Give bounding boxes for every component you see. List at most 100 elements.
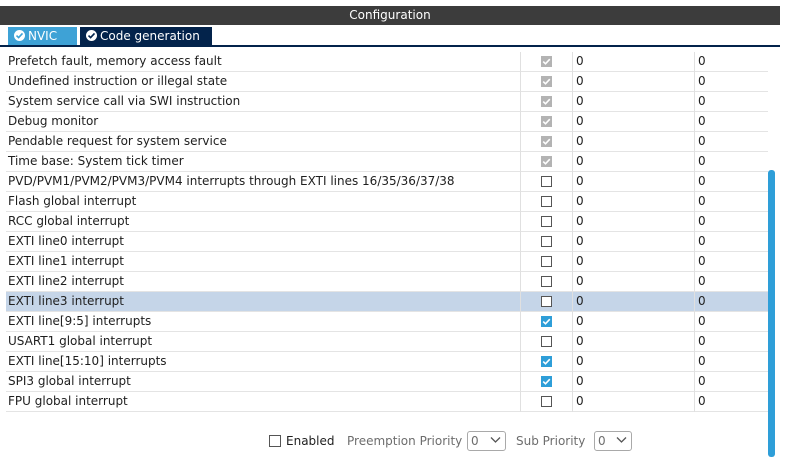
table-row[interactable]: EXTI line0 interrupt 0 0 bbox=[6, 232, 768, 252]
sub-priority-select[interactable]: 0 bbox=[594, 431, 632, 451]
preemption-priority-select[interactable]: 0 bbox=[467, 431, 506, 451]
sub-priority-cell[interactable]: 0 bbox=[694, 72, 768, 92]
sub-priority-cell[interactable]: 0 bbox=[694, 372, 768, 392]
sub-priority-cell[interactable]: 0 bbox=[694, 52, 768, 72]
enabled-checkbox[interactable] bbox=[541, 336, 552, 347]
table-row[interactable]: FPU global interrupt 0 0 bbox=[6, 392, 768, 412]
preemption-priority-cell[interactable]: 0 bbox=[572, 212, 694, 232]
tab-nvic[interactable]: NVIC bbox=[8, 27, 77, 45]
interrupt-name: USART1 global interrupt bbox=[8, 334, 153, 348]
preemption-priority-cell[interactable]: 0 bbox=[572, 172, 694, 192]
sub-priority-cell[interactable]: 0 bbox=[694, 112, 768, 132]
sub-priority-cell[interactable]: 0 bbox=[694, 292, 768, 312]
enabled-checkbox[interactable] bbox=[541, 256, 552, 267]
sub-priority-cell[interactable]: 0 bbox=[694, 312, 768, 332]
enabled-checkbox[interactable] bbox=[541, 176, 552, 187]
table-row[interactable]: EXTI line[9:5] interrupts 0 0 bbox=[6, 312, 768, 332]
table-row[interactable]: Debug monitor 0 0 bbox=[6, 112, 768, 132]
preemption-priority-cell[interactable]: 0 bbox=[572, 312, 694, 332]
enabled-cell bbox=[520, 172, 573, 192]
sub-priority-cell[interactable]: 0 bbox=[694, 172, 768, 192]
table-row[interactable]: System service call via SWI instruction 0… bbox=[6, 92, 768, 112]
table-row[interactable]: RCC global interrupt 0 0 bbox=[6, 212, 768, 232]
tab-underline bbox=[0, 45, 780, 47]
table-row[interactable]: USART1 global interrupt 0 0 bbox=[6, 332, 768, 352]
table-row[interactable]: Undefined instruction or illegal state 0 0 bbox=[6, 72, 768, 92]
check-circle-icon bbox=[86, 30, 97, 41]
tab-code-generation[interactable]: Code generation bbox=[80, 27, 212, 45]
preemption-priority-cell[interactable]: 0 bbox=[572, 372, 694, 392]
interrupt-name: EXTI line0 interrupt bbox=[8, 234, 124, 248]
enabled-cell bbox=[520, 312, 573, 332]
table-row[interactable]: SPI3 global interrupt 0 0 bbox=[6, 372, 768, 392]
table-row[interactable]: EXTI line3 interrupt 0 0 bbox=[6, 292, 768, 312]
sub-priority-cell[interactable]: 0 bbox=[694, 272, 768, 292]
preemption-priority-cell[interactable]: 0 bbox=[572, 152, 694, 172]
preemption-priority-cell[interactable]: 0 bbox=[572, 132, 694, 152]
preemption-priority-cell[interactable]: 0 bbox=[572, 112, 694, 132]
enabled-checkbox[interactable] bbox=[541, 236, 552, 247]
enabled-checkbox[interactable] bbox=[541, 276, 552, 287]
enabled-checkbox[interactable] bbox=[541, 316, 552, 327]
enabled-checkbox[interactable] bbox=[541, 196, 552, 207]
enabled-checkbox bbox=[541, 96, 552, 107]
sub-priority-cell[interactable]: 0 bbox=[694, 192, 768, 212]
chevron-down-icon bbox=[616, 437, 627, 443]
enabled-cell bbox=[520, 192, 573, 212]
table-row[interactable]: Pendable request for system service 0 0 bbox=[6, 132, 768, 152]
interrupt-name: Undefined instruction or illegal state bbox=[8, 74, 228, 88]
sub-priority-cell[interactable]: 0 bbox=[694, 132, 768, 152]
enabled-cell bbox=[520, 112, 573, 132]
preemption-priority-cell[interactable]: 0 bbox=[572, 392, 694, 412]
enabled-checkbox[interactable] bbox=[541, 356, 552, 367]
table-row[interactable]: EXTI line[15:10] interrupts 0 0 bbox=[6, 352, 768, 372]
sub-priority-value: 0 bbox=[598, 434, 606, 448]
enabled-cell bbox=[520, 132, 573, 152]
window-title: Configuration bbox=[0, 6, 780, 25]
preemption-priority-cell[interactable]: 0 bbox=[572, 352, 694, 372]
enabled-checkbox[interactable] bbox=[269, 435, 281, 447]
enabled-checkbox[interactable] bbox=[541, 376, 552, 387]
sub-priority-cell[interactable]: 0 bbox=[694, 352, 768, 372]
preemption-priority-cell[interactable]: 0 bbox=[572, 332, 694, 352]
enabled-checkbox[interactable] bbox=[541, 396, 552, 407]
preemption-priority-cell[interactable]: 0 bbox=[572, 192, 694, 212]
sub-priority-cell[interactable]: 0 bbox=[694, 152, 768, 172]
table-row[interactable]: PVD/PVM1/PVM2/PVM3/PVM4 interrupts throu… bbox=[6, 172, 768, 192]
sub-priority-cell[interactable]: 0 bbox=[694, 92, 768, 112]
sub-priority-cell[interactable]: 0 bbox=[694, 392, 768, 412]
interrupt-name: EXTI line1 interrupt bbox=[8, 254, 124, 268]
preemption-priority-cell[interactable]: 0 bbox=[572, 252, 694, 272]
preemption-priority-cell[interactable]: 0 bbox=[572, 272, 694, 292]
interrupt-name: EXTI line[9:5] interrupts bbox=[8, 314, 152, 328]
enabled-cell bbox=[520, 252, 573, 272]
enabled-cell bbox=[520, 92, 573, 112]
scrollbar-thumb[interactable] bbox=[768, 170, 775, 457]
table-row[interactable]: EXTI line1 interrupt 0 0 bbox=[6, 252, 768, 272]
sub-priority-label: Sub Priority bbox=[516, 434, 586, 448]
sub-priority-cell[interactable]: 0 bbox=[694, 212, 768, 232]
preemption-priority-cell[interactable]: 0 bbox=[572, 72, 694, 92]
table-row[interactable]: Prefetch fault, memory access fault 0 0 bbox=[6, 52, 768, 72]
enabled-cell bbox=[520, 52, 573, 72]
sub-priority-cell[interactable]: 0 bbox=[694, 332, 768, 352]
sub-priority-cell[interactable]: 0 bbox=[694, 232, 768, 252]
enabled-cell bbox=[520, 372, 573, 392]
enabled-checkbox[interactable] bbox=[541, 216, 552, 227]
preemption-priority-cell[interactable]: 0 bbox=[572, 292, 694, 312]
check-circle-icon bbox=[14, 30, 25, 41]
chevron-down-icon bbox=[490, 437, 501, 443]
table-row[interactable]: EXTI line2 interrupt 0 0 bbox=[6, 272, 768, 292]
enabled-checkbox bbox=[541, 156, 552, 167]
interrupt-name: EXTI line2 interrupt bbox=[8, 274, 124, 288]
table-row[interactable]: Flash global interrupt 0 0 bbox=[6, 192, 768, 212]
preemption-priority-cell[interactable]: 0 bbox=[572, 52, 694, 72]
preemption-priority-cell[interactable]: 0 bbox=[572, 92, 694, 112]
enabled-checkbox[interactable] bbox=[541, 296, 552, 307]
table-row[interactable]: Time base: System tick timer 0 0 bbox=[6, 152, 768, 172]
tab-bar: NVIC Code generation bbox=[0, 25, 780, 47]
preemption-priority-value: 0 bbox=[471, 434, 479, 448]
interrupt-name: PVD/PVM1/PVM2/PVM3/PVM4 interrupts throu… bbox=[8, 174, 455, 188]
sub-priority-cell[interactable]: 0 bbox=[694, 252, 768, 272]
preemption-priority-cell[interactable]: 0 bbox=[572, 232, 694, 252]
